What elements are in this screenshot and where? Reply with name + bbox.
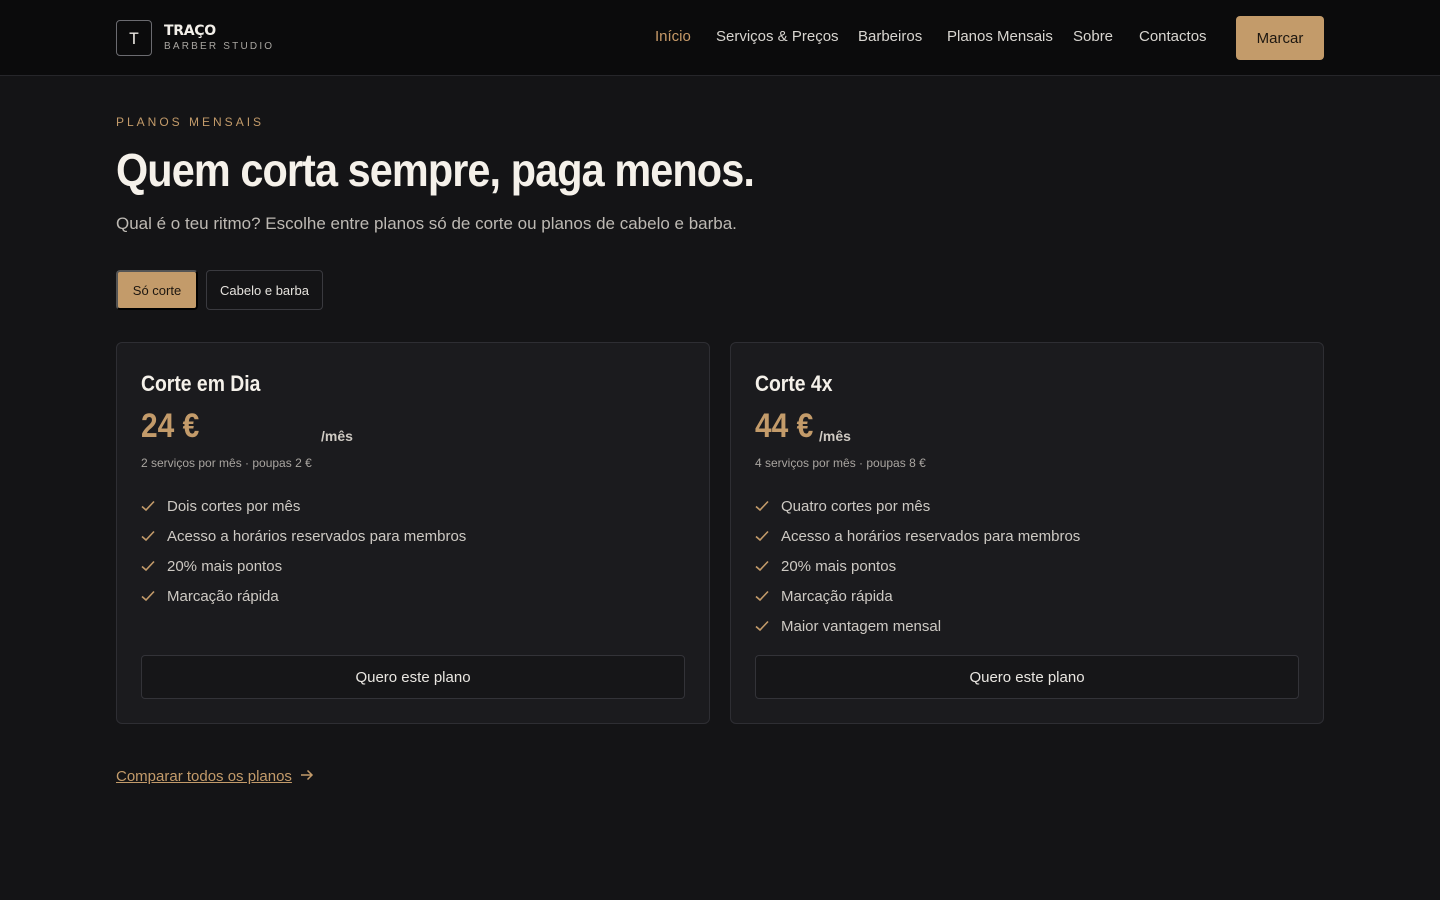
choose-plan-button[interactable]: Quero este plano: [755, 655, 1299, 699]
feature-text: Quatro cortes por mês: [781, 497, 931, 515]
plan-card-corte-em-dia: Corte em Dia 24 € /mês 2 serviços por mê…: [116, 342, 710, 724]
nav-link-servicos-precos[interactable]: Serviços & Preços: [716, 28, 839, 45]
nav-link-sobre[interactable]: Sobre: [1073, 28, 1113, 45]
check-icon: [755, 558, 781, 574]
nav-link-contactos[interactable]: Contactos: [1139, 28, 1207, 45]
plan-features: Dois cortes por mês Acesso a horários re…: [141, 491, 466, 611]
feature-item: Acesso a horários reservados para membro…: [141, 521, 466, 551]
filter-cabelo-barba-button[interactable]: Cabelo e barba: [206, 270, 323, 310]
check-icon: [755, 498, 781, 514]
feature-text: Marcação rápida: [781, 587, 893, 605]
main-nav: Início Serviços & Preços Barbeiros Plano…: [0, 0, 1440, 76]
feature-item: Acesso a horários reservados para membro…: [755, 521, 1080, 551]
top-navigation-bar: T TRAÇO BARBER STUDIO Início Serviços & …: [0, 0, 1440, 76]
feature-item: Dois cortes por mês: [141, 491, 466, 521]
check-icon: [141, 528, 167, 544]
nav-link-inicio[interactable]: Início: [655, 28, 691, 45]
feature-text: 20% mais pontos: [167, 557, 283, 575]
feature-item: Marcação rápida: [755, 581, 1080, 611]
check-icon: [141, 588, 167, 604]
plan-card-corte-4x: Corte 4x 44 € /mês 4 serviços por mês · …: [730, 342, 1324, 724]
arrow-right-icon: [300, 768, 314, 785]
page-subtitle: Qual é o teu ritmo? Escolhe entre planos…: [116, 214, 737, 233]
nav-link-barbeiros[interactable]: Barbeiros: [858, 28, 922, 45]
check-icon: [141, 498, 167, 514]
choose-plan-button[interactable]: Quero este plano: [141, 655, 685, 699]
feature-text: Maior vantagem mensal: [781, 617, 942, 635]
plan-period: /mês: [321, 428, 353, 444]
check-icon: [141, 558, 167, 574]
plan-price: 24 €: [141, 407, 200, 445]
feature-text: 20% mais pontos: [781, 557, 897, 575]
plan-name: Corte em Dia: [141, 371, 261, 396]
book-button[interactable]: Marcar: [1236, 16, 1324, 60]
plan-meta: 2 serviços por mês · poupas 2 €: [141, 456, 312, 470]
feature-item: Maior vantagem mensal: [755, 611, 1080, 641]
compare-plans-link[interactable]: Comparar todos os planos: [116, 768, 314, 785]
feature-text: Dois cortes por mês: [167, 497, 301, 515]
filter-so-corte-button[interactable]: Só corte: [116, 270, 198, 310]
section-eyebrow: PLANOS MENSAIS: [116, 115, 265, 129]
plan-period: /mês: [819, 428, 851, 444]
compare-plans-label: Comparar todos os planos: [116, 768, 292, 785]
feature-item: Marcação rápida: [141, 581, 466, 611]
check-icon: [755, 528, 781, 544]
plan-features: Quatro cortes por mês Acesso a horários …: [755, 491, 1080, 641]
feature-text: Acesso a horários reservados para membro…: [167, 527, 467, 545]
feature-item: 20% mais pontos: [141, 551, 466, 581]
nav-link-planos-mensais[interactable]: Planos Mensais: [947, 28, 1053, 45]
plan-meta: 4 serviços por mês · poupas 8 €: [755, 456, 926, 470]
check-icon: [755, 618, 781, 634]
feature-item: Quatro cortes por mês: [755, 491, 1080, 521]
feature-text: Marcação rápida: [167, 587, 279, 605]
feature-item: 20% mais pontos: [755, 551, 1080, 581]
plan-price: 44 €: [755, 407, 814, 445]
feature-text: Acesso a horários reservados para membro…: [781, 527, 1081, 545]
page-title: Quem corta sempre, paga menos.: [116, 144, 755, 196]
check-icon: [755, 588, 781, 604]
plan-name: Corte 4x: [755, 371, 833, 396]
